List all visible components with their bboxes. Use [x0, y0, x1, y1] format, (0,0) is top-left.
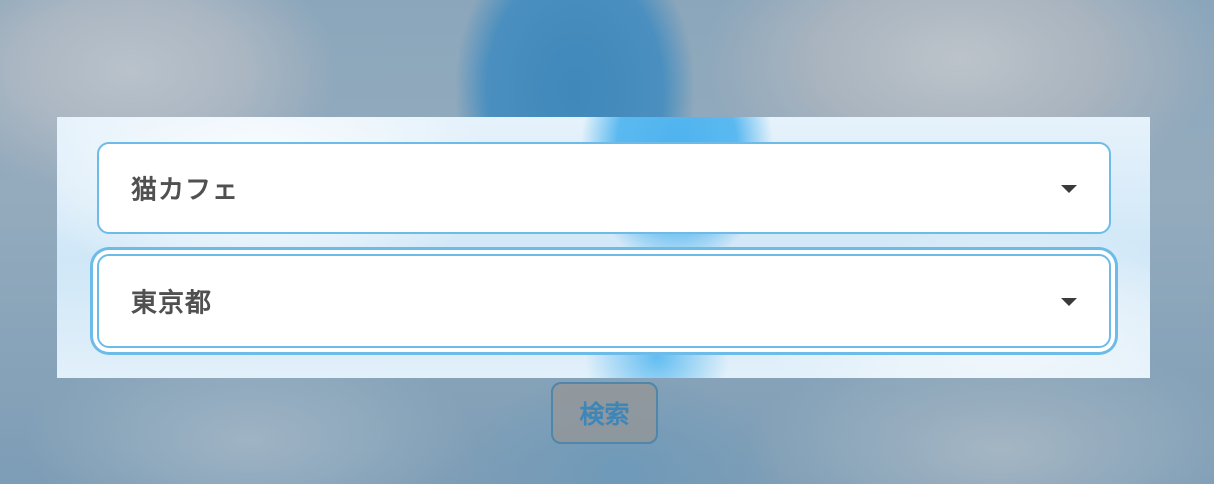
chevron-down-icon: [1061, 298, 1077, 306]
location-select[interactable]: 東京都: [97, 254, 1111, 348]
category-select-value: 猫カフェ: [131, 175, 240, 206]
location-select-value: 東京都: [131, 288, 213, 319]
chevron-down-icon: [1061, 185, 1077, 193]
category-select[interactable]: 猫カフェ: [97, 142, 1111, 234]
search-button[interactable]: 検索: [551, 382, 658, 444]
